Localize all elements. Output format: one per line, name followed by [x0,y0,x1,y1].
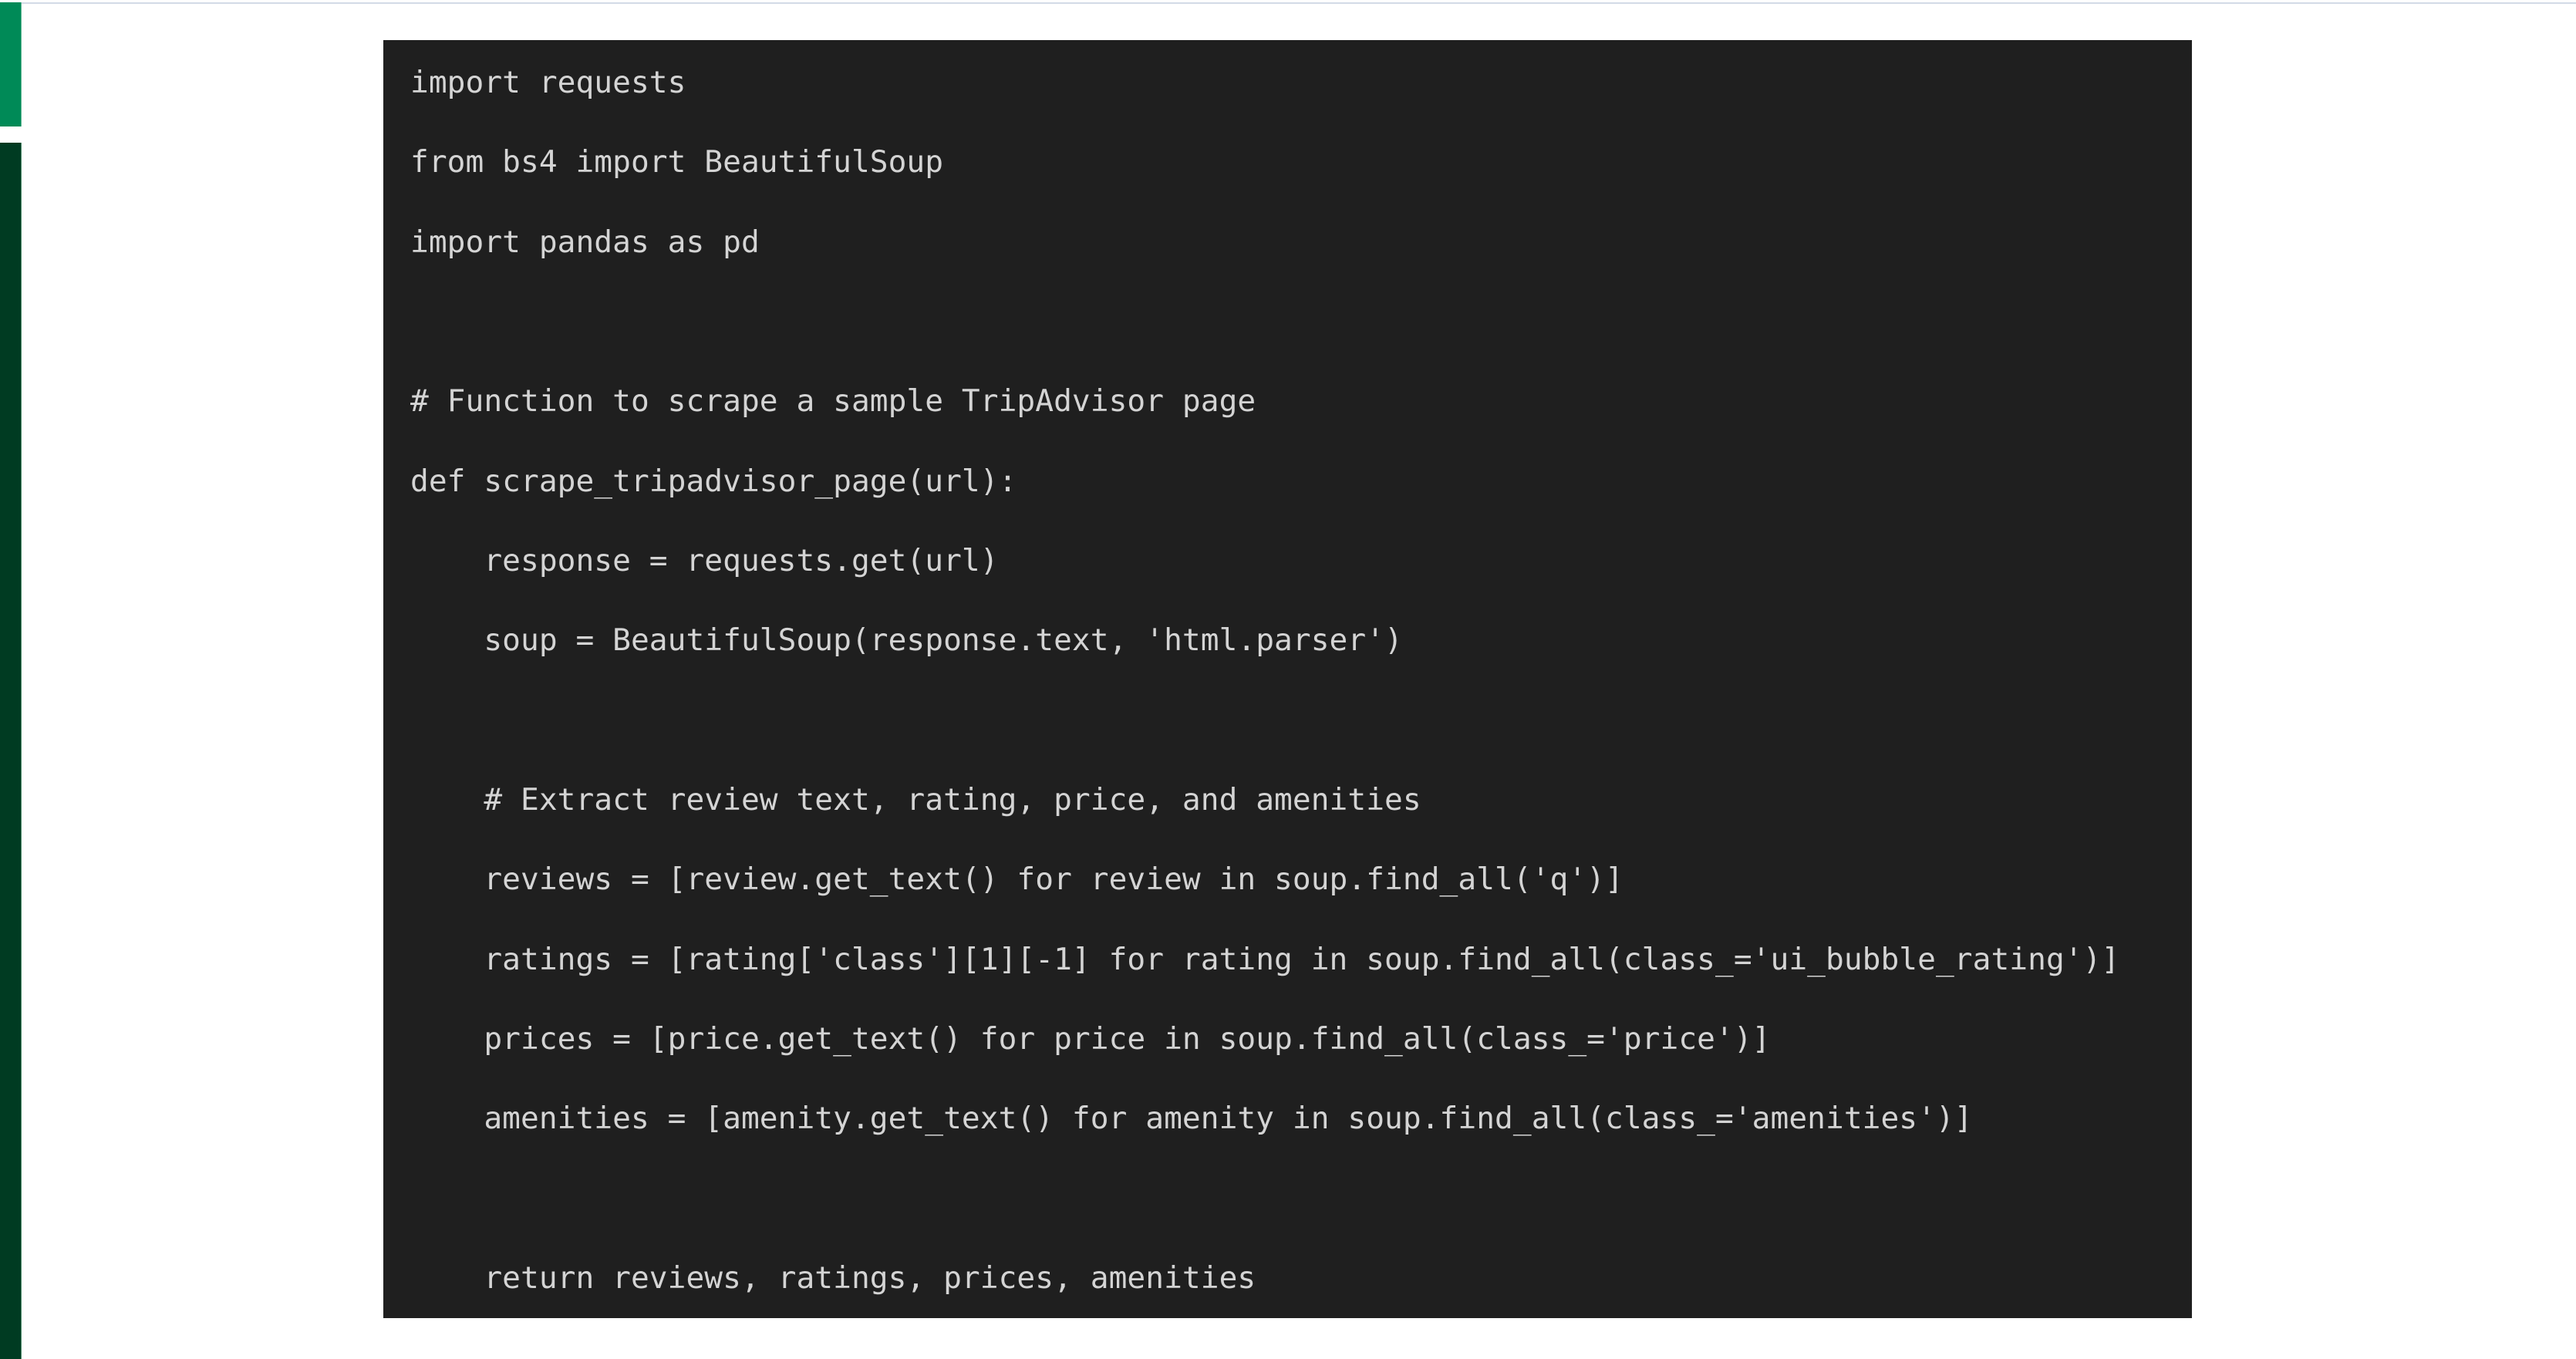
code-block: import requests from bs4 import Beautifu… [383,40,2192,1318]
code-line: response = requests.get(url) [410,543,999,578]
code-line: import requests [410,65,686,100]
sidebar-rail [0,143,22,1359]
code-line: # Extract review text, rating, price, an… [410,782,1421,818]
code-line: amenities = [amenity.get_text() for amen… [410,1101,1973,1136]
code-line: return reviews, ratings, prices, ameniti… [410,1260,1256,1296]
code-line: def scrape_tripadvisor_page(url): [410,464,1017,499]
page-top-divider [21,2,2576,4]
code-line: soup = BeautifulSoup(response.text, 'htm… [410,622,1403,658]
code-line: # Function to scrape a sample TripAdviso… [410,383,1256,419]
code-line: import pandas as pd [410,224,760,260]
code-line: ratings = [rating['class'][1][-1] for ra… [410,942,2120,977]
code-line: reviews = [review.get_text() for review … [410,862,1623,897]
code-line: prices = [price.get_text() for price in … [410,1021,1771,1057]
code-line: from bs4 import BeautifulSoup [410,144,944,180]
sidebar-rail-active-segment[interactable] [0,2,22,126]
